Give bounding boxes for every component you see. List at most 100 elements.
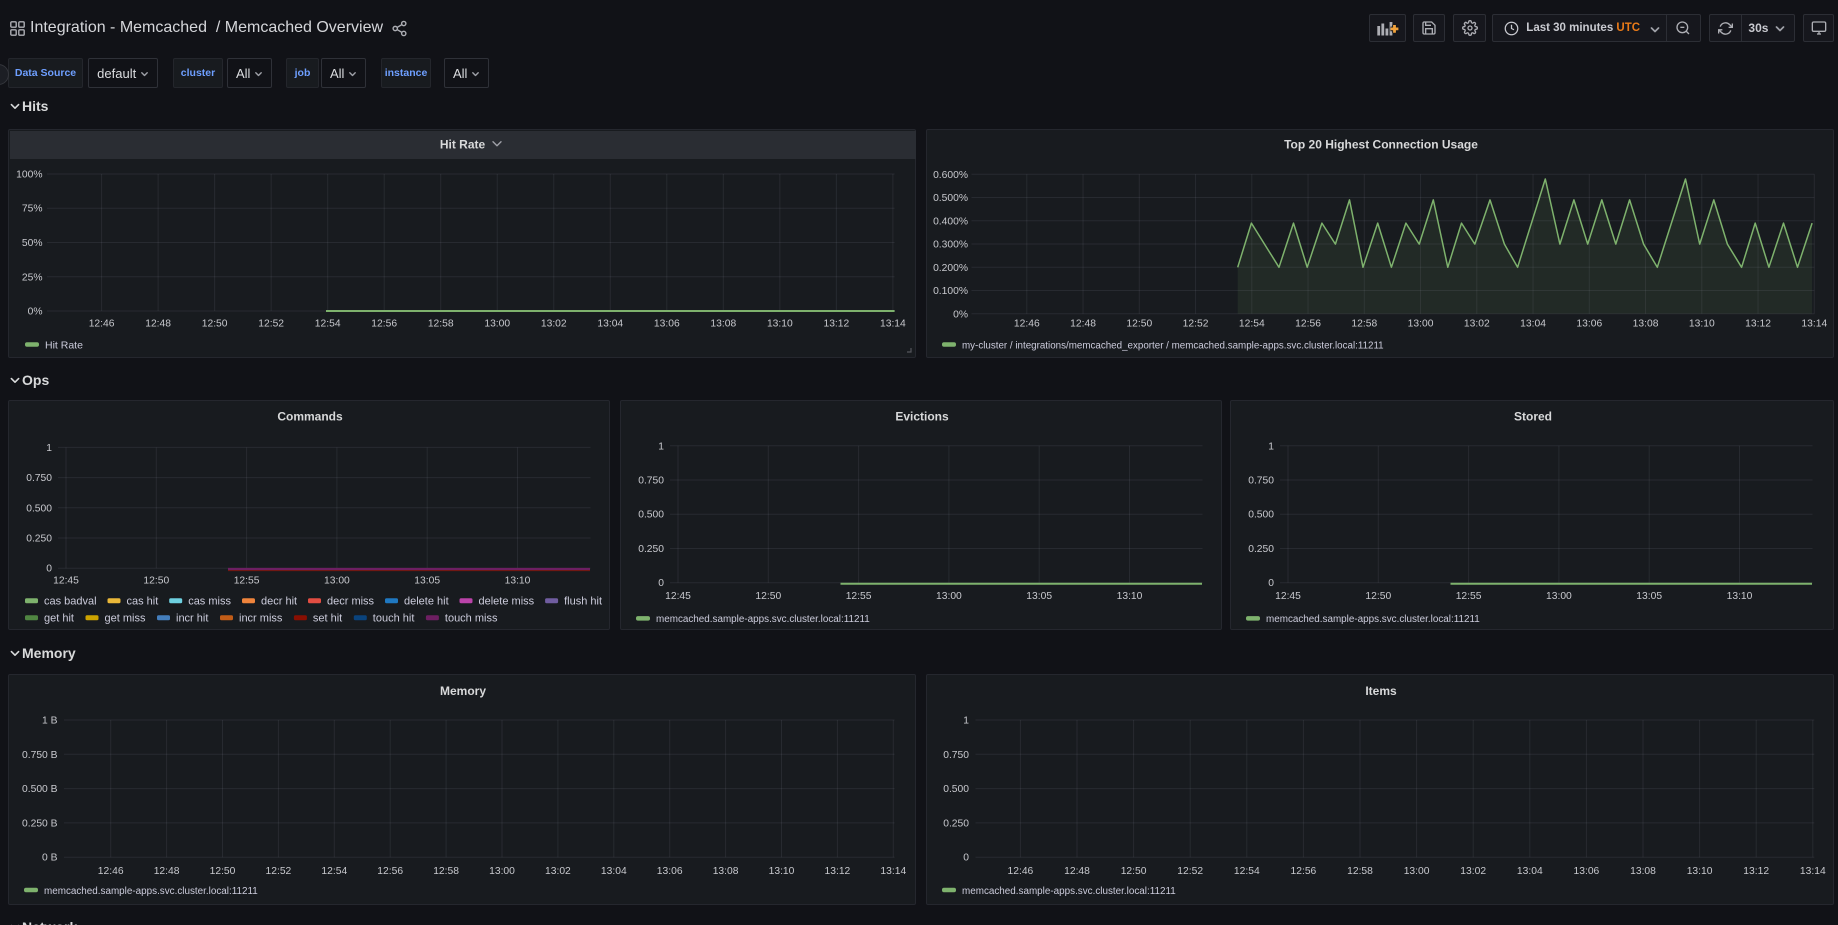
svg-text:12:58: 12:58	[1347, 866, 1373, 877]
svg-text:13:06: 13:06	[1576, 319, 1602, 330]
svg-text:12:54: 12:54	[1239, 319, 1265, 330]
svg-text:0%: 0%	[953, 309, 968, 320]
svg-text:incr hit: incr hit	[176, 612, 208, 624]
svg-text:13:05: 13:05	[1636, 591, 1662, 602]
svg-text:13:02: 13:02	[541, 319, 567, 330]
svg-text:0.250: 0.250	[1248, 544, 1274, 555]
svg-text:13:00: 13:00	[1408, 319, 1434, 330]
svg-text:13:12: 13:12	[825, 866, 851, 877]
svg-text:13:04: 13:04	[601, 866, 627, 877]
svg-text:12:46: 12:46	[1008, 866, 1034, 877]
svg-text:13:14: 13:14	[880, 319, 906, 330]
svg-text:12:50: 12:50	[143, 576, 169, 587]
svg-text:13:08: 13:08	[710, 319, 736, 330]
svg-text:12:45: 12:45	[665, 591, 691, 602]
svg-text:13:12: 13:12	[1745, 319, 1771, 330]
svg-text:12:58: 12:58	[428, 319, 454, 330]
svg-text:12:56: 12:56	[377, 866, 403, 877]
svg-text:0.500: 0.500	[638, 510, 664, 521]
svg-text:0.250: 0.250	[943, 818, 969, 829]
svg-text:12:52: 12:52	[1177, 866, 1203, 877]
svg-text:decr miss: decr miss	[327, 595, 375, 607]
svg-text:13:00: 13:00	[936, 591, 962, 602]
svg-text:0.750: 0.750	[1248, 476, 1274, 487]
svg-text:0.750: 0.750	[26, 473, 52, 484]
svg-text:13:10: 13:10	[1687, 866, 1713, 877]
svg-text:touch hit: touch hit	[373, 612, 415, 624]
svg-text:12:46: 12:46	[1014, 319, 1040, 330]
svg-text:12:50: 12:50	[1126, 319, 1152, 330]
svg-text:delete miss: delete miss	[479, 595, 535, 607]
svg-text:13:02: 13:02	[1460, 866, 1486, 877]
svg-text:0.750 B: 0.750 B	[22, 750, 58, 761]
svg-text:0.250: 0.250	[26, 534, 52, 545]
svg-text:0%: 0%	[28, 307, 43, 318]
svg-text:12:55: 12:55	[234, 576, 260, 587]
svg-text:12:48: 12:48	[1070, 319, 1096, 330]
svg-text:0: 0	[963, 853, 969, 864]
svg-text:12:50: 12:50	[202, 319, 228, 330]
svg-text:13:10: 13:10	[1689, 319, 1715, 330]
svg-text:1: 1	[658, 441, 664, 452]
svg-text:Stored: Stored	[1514, 410, 1552, 424]
svg-text:Items: Items	[1365, 684, 1397, 698]
svg-text:0.600%: 0.600%	[933, 170, 968, 181]
svg-text:0: 0	[46, 564, 52, 575]
svg-text:set hit: set hit	[313, 612, 342, 624]
svg-text:13:05: 13:05	[1026, 591, 1052, 602]
svg-text:memcached.sample-apps.svc.clus: memcached.sample-apps.svc.cluster.local:…	[656, 614, 870, 625]
svg-text:13:00: 13:00	[324, 576, 350, 587]
svg-text:flush hit: flush hit	[564, 595, 602, 607]
svg-text:delete hit: delete hit	[404, 595, 449, 607]
svg-text:12:58: 12:58	[433, 866, 459, 877]
svg-text:memcached.sample-apps.svc.clus: memcached.sample-apps.svc.cluster.local:…	[962, 886, 1176, 897]
svg-text:13:02: 13:02	[1464, 319, 1490, 330]
svg-text:memcached.sample-apps.svc.clus: memcached.sample-apps.svc.cluster.local:…	[1266, 614, 1480, 625]
svg-text:0.100%: 0.100%	[933, 286, 968, 297]
svg-text:12:55: 12:55	[1456, 591, 1482, 602]
svg-text:12:54: 12:54	[321, 866, 347, 877]
svg-text:13:02: 13:02	[545, 866, 571, 877]
svg-text:1 B: 1 B	[42, 716, 58, 727]
svg-text:0.500: 0.500	[943, 784, 969, 795]
svg-text:12:58: 12:58	[1351, 319, 1377, 330]
svg-text:12:50: 12:50	[210, 866, 236, 877]
svg-text:1: 1	[963, 716, 969, 727]
svg-text:13:12: 13:12	[823, 319, 849, 330]
svg-text:12:48: 12:48	[1064, 866, 1090, 877]
svg-text:cas miss: cas miss	[188, 595, 231, 607]
svg-text:cas hit: cas hit	[127, 595, 159, 607]
svg-text:100%: 100%	[16, 170, 42, 181]
svg-text:13:10: 13:10	[767, 319, 793, 330]
svg-text:13:00: 13:00	[1404, 866, 1430, 877]
svg-text:0 B: 0 B	[42, 853, 58, 864]
svg-text:13:10: 13:10	[505, 576, 531, 587]
svg-text:12:46: 12:46	[98, 866, 124, 877]
svg-text:13:14: 13:14	[880, 866, 906, 877]
svg-text:13:00: 13:00	[489, 866, 515, 877]
svg-text:13:10: 13:10	[1727, 591, 1753, 602]
svg-text:Commands: Commands	[277, 410, 343, 424]
svg-text:12:55: 12:55	[846, 591, 872, 602]
svg-text:13:08: 13:08	[1630, 866, 1656, 877]
svg-text:12:56: 12:56	[1295, 319, 1321, 330]
svg-text:12:50: 12:50	[1365, 591, 1391, 602]
svg-text:13:00: 13:00	[484, 319, 510, 330]
svg-text:13:06: 13:06	[654, 319, 680, 330]
svg-text:0.250: 0.250	[638, 544, 664, 555]
svg-text:12:56: 12:56	[1291, 866, 1317, 877]
svg-text:Hit Rate: Hit Rate	[45, 339, 83, 351]
svg-text:13:08: 13:08	[1633, 319, 1659, 330]
svg-text:decr hit: decr hit	[261, 595, 297, 607]
svg-text:12:54: 12:54	[315, 319, 341, 330]
svg-text:13:08: 13:08	[713, 866, 739, 877]
svg-text:12:45: 12:45	[1275, 591, 1301, 602]
svg-text:12:52: 12:52	[258, 319, 284, 330]
svg-text:13:06: 13:06	[657, 866, 683, 877]
svg-text:75%: 75%	[22, 204, 43, 215]
svg-text:13:04: 13:04	[1517, 866, 1543, 877]
svg-text:13:05: 13:05	[414, 576, 440, 587]
svg-text:12:48: 12:48	[145, 319, 171, 330]
svg-text:Memory: Memory	[440, 684, 486, 698]
svg-text:touch miss: touch miss	[445, 612, 498, 624]
